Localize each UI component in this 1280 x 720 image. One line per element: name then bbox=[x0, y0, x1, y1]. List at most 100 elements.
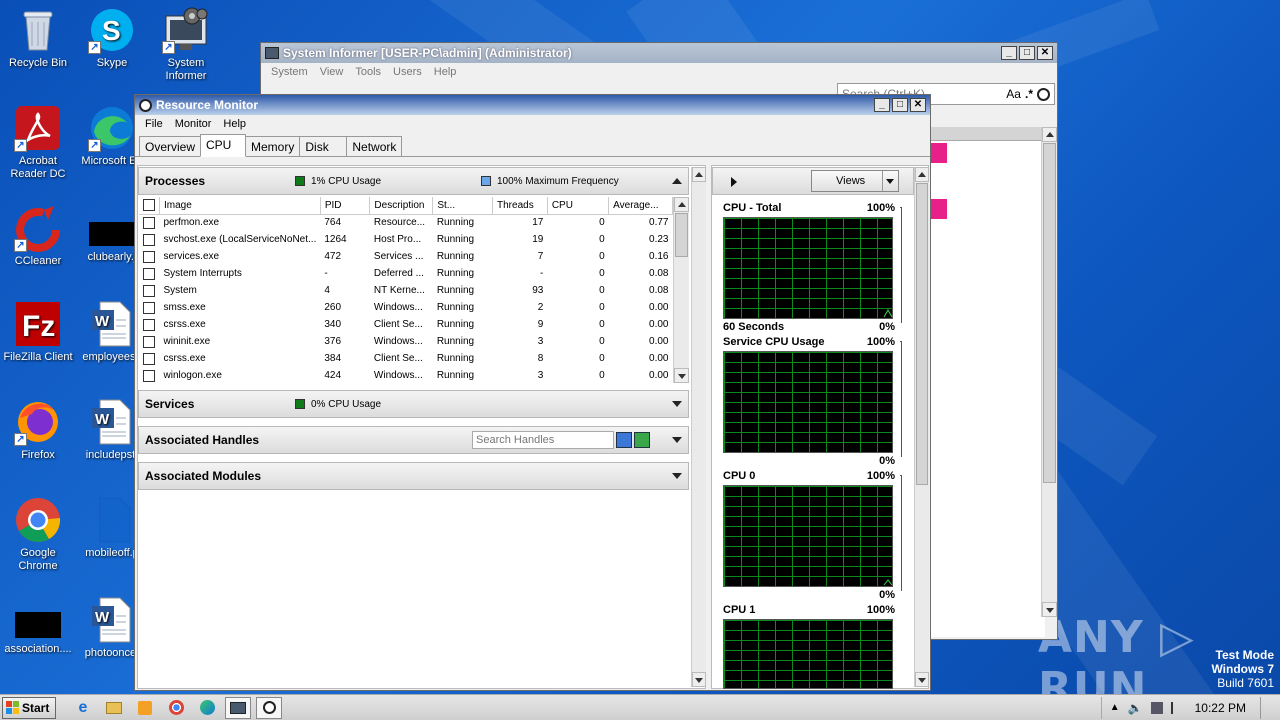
table-row[interactable]: winlogon.exe 424 Windows... Running 3 0 0.00 bbox=[139, 367, 673, 383]
expand-chevron-icon[interactable] bbox=[672, 437, 682, 443]
row-checkbox[interactable] bbox=[139, 214, 160, 231]
row-checkbox[interactable] bbox=[139, 265, 160, 282]
table-row[interactable]: perfmon.exe 764 Resource... Running 17 0 0.77 bbox=[139, 214, 673, 231]
row-checkbox[interactable] bbox=[139, 350, 160, 367]
desktop-icon-association[interactable]: association.... bbox=[0, 612, 76, 656]
column-status[interactable]: St... bbox=[432, 197, 494, 215]
close-button[interactable]: ✕ bbox=[1037, 46, 1053, 60]
desktop-icon-chrome[interactable]: Google Chrome bbox=[0, 496, 76, 573]
scroll-up-button[interactable] bbox=[915, 167, 929, 182]
tab-cpu[interactable]: CPU bbox=[200, 134, 247, 157]
desktop-icon-skype[interactable]: S ↗ Skype bbox=[74, 6, 150, 70]
table-row[interactable]: System Interrupts - Deferred ... Running - 0 0… bbox=[139, 265, 673, 282]
table-row[interactable]: System 4 NT Kerne... Running 93 0 0.08 bbox=[139, 282, 673, 299]
row-checkbox[interactable] bbox=[139, 248, 160, 265]
search-handles-button[interactable] bbox=[616, 432, 632, 448]
scroll-thumb[interactable] bbox=[1043, 143, 1056, 483]
desktop-icon-firefox[interactable]: ↗ Firefox bbox=[0, 398, 76, 462]
taskbar-explorer-icon[interactable] bbox=[101, 697, 127, 719]
taskbar-resource-monitor-icon[interactable] bbox=[256, 696, 282, 719]
row-checkbox[interactable] bbox=[139, 282, 160, 299]
column-cpu[interactable]: CPU bbox=[547, 197, 610, 215]
menu-users[interactable]: Users bbox=[387, 66, 428, 78]
table-row[interactable]: csrss.exe 340 Client Se... Running 9 0 0.00 bbox=[139, 316, 673, 333]
collapse-chevron-icon[interactable] bbox=[672, 178, 682, 184]
taskbar-system-informer-icon[interactable] bbox=[225, 696, 251, 719]
tab-disk[interactable]: Disk bbox=[299, 136, 348, 156]
expand-chevron-icon[interactable] bbox=[672, 473, 682, 479]
network-icon[interactable] bbox=[1150, 701, 1163, 714]
column-image[interactable]: Image bbox=[159, 197, 321, 215]
taskbar-edge-icon[interactable] bbox=[194, 697, 220, 719]
desktop-icon-filezilla[interactable]: Fz FileZilla Client bbox=[0, 300, 76, 364]
menu-view[interactable]: View bbox=[314, 66, 350, 78]
scroll-down-button[interactable] bbox=[1042, 602, 1057, 617]
tab-network[interactable]: Network bbox=[346, 136, 403, 156]
services-header[interactable]: Services 0% CPU Usage bbox=[138, 390, 689, 418]
row-checkbox[interactable] bbox=[139, 316, 160, 333]
search-handles-input[interactable]: Search Handles bbox=[472, 431, 614, 449]
resource-monitor-titlebar[interactable]: Resource Monitor _ □ ✕ bbox=[135, 95, 930, 115]
row-checkbox[interactable] bbox=[139, 367, 160, 383]
menu-monitor[interactable]: Monitor bbox=[169, 118, 218, 130]
refresh-handles-button[interactable] bbox=[634, 432, 650, 448]
taskbar-ie-icon[interactable]: e bbox=[70, 697, 96, 719]
table-row[interactable]: svchost.exe (LocalServiceNoNet... 1264 Hos… bbox=[139, 231, 673, 248]
menu-file[interactable]: File bbox=[139, 118, 169, 130]
select-all-checkbox[interactable] bbox=[139, 197, 160, 215]
column-average-cpu[interactable]: Average... bbox=[608, 197, 673, 215]
modules-header[interactable]: Associated Modules bbox=[138, 462, 689, 490]
scroll-thumb[interactable] bbox=[916, 183, 928, 485]
column-description[interactable]: Description bbox=[369, 197, 434, 215]
row-checkbox[interactable] bbox=[139, 333, 160, 350]
table-row[interactable]: smss.exe 260 Windows... Running 2 0 0.00 bbox=[139, 299, 673, 316]
scroll-thumb[interactable] bbox=[675, 213, 688, 257]
scroll-down-button[interactable] bbox=[692, 672, 706, 687]
left-pane-scrollbar[interactable] bbox=[691, 167, 706, 687]
system-informer-scrollbar[interactable] bbox=[1041, 127, 1057, 617]
start-button[interactable]: Start bbox=[2, 696, 56, 719]
taskbar-media-player-icon[interactable] bbox=[132, 697, 158, 719]
desktop-icon-recycle-bin[interactable]: Recycle Bin bbox=[0, 6, 76, 70]
expand-graphs-icon[interactable] bbox=[731, 177, 737, 187]
tab-memory[interactable]: Memory bbox=[245, 136, 301, 156]
maximize-button[interactable]: □ bbox=[892, 98, 908, 112]
desktop-icon-acrobat[interactable]: ↗ Acrobat Reader DC bbox=[0, 104, 76, 181]
desktop-icon-system-informer[interactable]: ↗ System Informer bbox=[148, 6, 224, 83]
expand-chevron-icon[interactable] bbox=[672, 401, 682, 407]
processes-scrollbar[interactable] bbox=[673, 197, 689, 383]
views-button[interactable]: Views bbox=[811, 170, 899, 192]
tab-overview[interactable]: Overview bbox=[139, 136, 202, 156]
processes-header[interactable]: Processes 1% CPU Usage 100% Maximum Freq… bbox=[138, 167, 689, 195]
clock[interactable]: 10:22 PM bbox=[1195, 701, 1246, 715]
system-informer-titlebar[interactable]: System Informer [USER-PC\admin] (Adminis… bbox=[261, 43, 1057, 63]
table-row[interactable]: csrss.exe 384 Client Se... Running 8 0 0.00 bbox=[139, 350, 673, 367]
case-sensitive-toggle[interactable]: Aa bbox=[1006, 87, 1021, 101]
scroll-up-button[interactable] bbox=[1042, 127, 1057, 142]
action-center-icon[interactable] bbox=[1170, 701, 1181, 714]
scroll-down-button[interactable] bbox=[674, 368, 689, 383]
row-checkbox[interactable] bbox=[139, 299, 160, 316]
scroll-down-button[interactable] bbox=[915, 672, 929, 687]
row-checkbox[interactable] bbox=[139, 231, 160, 248]
minimize-button[interactable]: _ bbox=[1001, 46, 1017, 60]
table-row[interactable]: wininit.exe 376 Windows... Running 3 0 0.00 bbox=[139, 333, 673, 350]
close-button[interactable]: ✕ bbox=[910, 98, 926, 112]
maximize-button[interactable]: □ bbox=[1019, 46, 1035, 60]
desktop-icon-ccleaner[interactable]: ↗ CCleaner bbox=[0, 204, 76, 268]
table-row[interactable]: services.exe 472 Services ... Running 7 0 0.16 bbox=[139, 248, 673, 265]
column-pid[interactable]: PID bbox=[320, 197, 371, 215]
menu-help[interactable]: Help bbox=[217, 118, 252, 130]
search-icon[interactable] bbox=[1037, 87, 1050, 101]
column-threads[interactable]: Threads bbox=[492, 197, 548, 215]
minimize-button[interactable]: _ bbox=[874, 98, 890, 112]
show-hidden-icons-icon[interactable]: ▲ bbox=[1110, 702, 1120, 713]
scroll-up-button[interactable] bbox=[692, 167, 706, 182]
regex-toggle[interactable]: .* bbox=[1025, 87, 1033, 101]
show-desktop-button[interactable] bbox=[1260, 696, 1274, 719]
volume-icon[interactable]: 🔈 bbox=[1128, 701, 1143, 715]
scroll-up-button[interactable] bbox=[674, 197, 689, 212]
menu-tools[interactable]: Tools bbox=[349, 66, 387, 78]
handles-header[interactable]: Associated Handles Search Handles bbox=[138, 426, 689, 454]
resource-monitor-window[interactable]: Resource Monitor _ □ ✕ File Monitor Help… bbox=[134, 94, 931, 691]
